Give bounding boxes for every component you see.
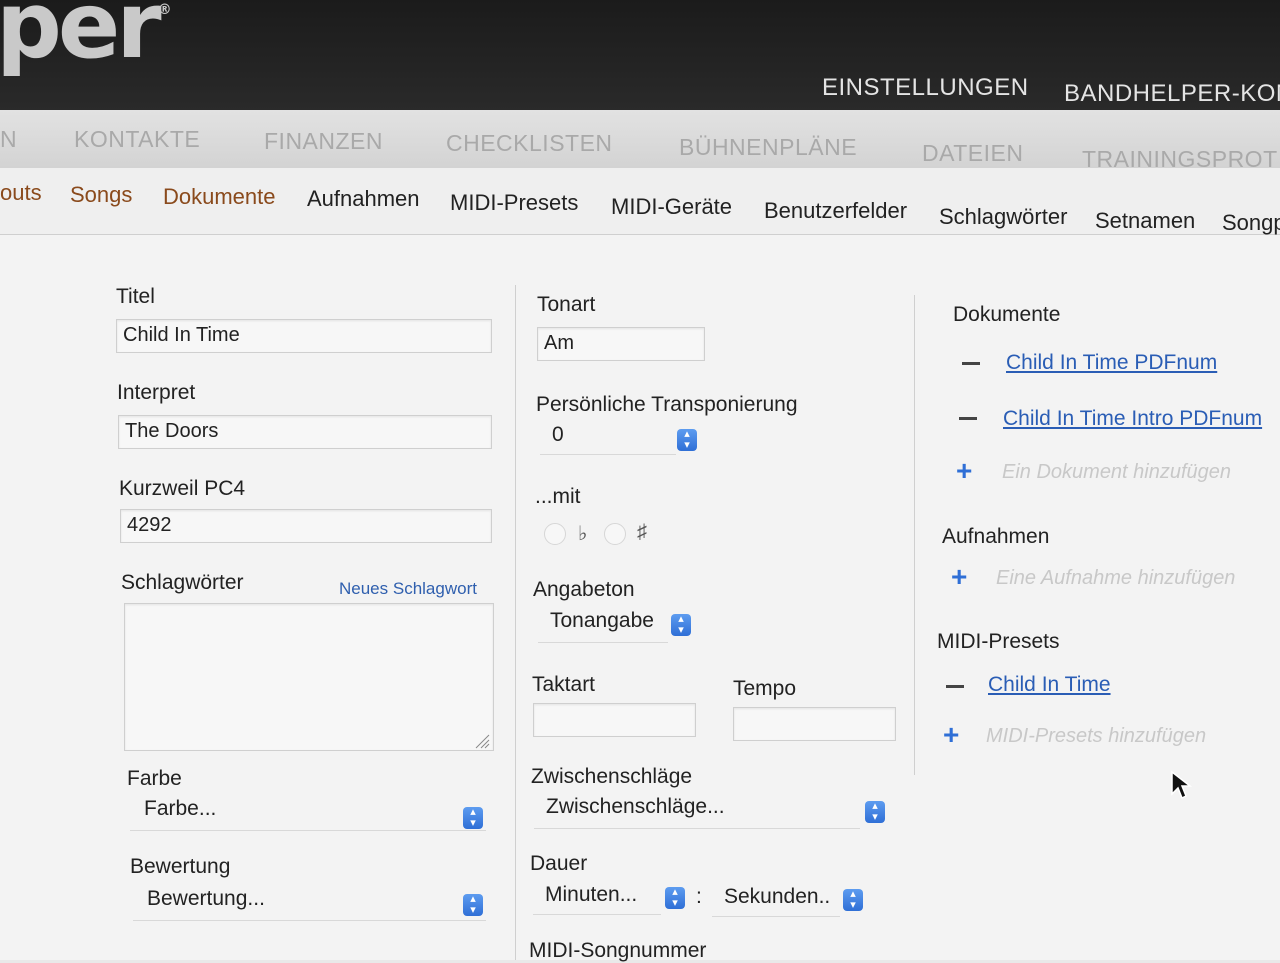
color-select[interactable]: Farbe... xyxy=(130,797,486,831)
time-signature-input[interactable] xyxy=(533,703,696,737)
seconds-stepper-icon[interactable]: ▴ ▾ xyxy=(843,889,863,911)
artist-input[interactable]: The Doors xyxy=(118,415,492,449)
interludes-label: Zwischenschläge xyxy=(531,765,693,788)
interludes-select-value: Zwischenschläge... xyxy=(546,795,725,818)
cat-item-files[interactable]: DATEIEN xyxy=(922,140,1023,167)
cat-item-stage-plans[interactable]: BÜHNENPLÄNE xyxy=(679,134,857,161)
pitch-stepper-icon[interactable]: ▴ ▾ xyxy=(671,614,691,636)
subnav-midi-presets[interactable]: MIDI-Presets xyxy=(450,190,578,216)
color-select-stepper-icon[interactable]: ▴ ▾ xyxy=(463,807,483,829)
add-midi-preset-icon[interactable]: + xyxy=(943,721,959,749)
subnav-custom-fields[interactable]: Benutzerfelder xyxy=(764,198,907,224)
transpose-stepper-icon[interactable]: ▴ ▾ xyxy=(677,429,697,451)
subnav-set-names[interactable]: Setnamen xyxy=(1095,208,1195,234)
nav-account[interactable]: BANDHELPER-KON xyxy=(1064,80,1280,108)
duration-seconds-select[interactable]: Sekunden.. xyxy=(712,885,840,917)
duration-seconds-value: Sekunden.. xyxy=(724,885,831,908)
color-select-value: Farbe... xyxy=(144,797,217,820)
add-midi-preset-placeholder[interactable]: MIDI-Presets hinzufügen xyxy=(986,725,1206,748)
category-nav: N KONTAKTE FINANZEN CHECKLISTEN BÜHNENPL… xyxy=(0,110,1280,172)
recordings-heading: Aufnahmen xyxy=(942,525,1050,548)
key-label: Tonart xyxy=(537,293,596,316)
add-document-placeholder[interactable]: Ein Dokument hinzufügen xyxy=(1002,461,1231,484)
rating-label: Bewertung xyxy=(130,855,231,878)
add-recording-icon[interactable]: + xyxy=(951,563,967,591)
column-divider-left xyxy=(515,285,516,960)
cat-item-contacts[interactable]: KONTAKTE xyxy=(74,126,200,153)
duration-minutes-select[interactable]: Minuten... xyxy=(533,883,661,915)
tempo-input[interactable] xyxy=(733,707,896,741)
registered-mark: ® xyxy=(157,2,172,18)
logo-text: per xyxy=(0,0,162,79)
kurzweil-label: Kurzweil PC4 xyxy=(119,477,246,500)
rating-select-value: Bewertung... xyxy=(147,887,265,910)
flat-radio[interactable] xyxy=(544,523,566,545)
subnav-layouts[interactable]: outs xyxy=(0,180,42,206)
nav-settings[interactable]: EINSTELLUNGEN xyxy=(822,74,1029,102)
app-logo[interactable]: per® xyxy=(0,0,172,79)
time-signature-label: Taktart xyxy=(532,673,596,696)
cat-item-checklists[interactable]: CHECKLISTEN xyxy=(446,130,613,157)
subnav-songs[interactable]: Songs xyxy=(70,182,132,208)
title-input[interactable]: Child In Time xyxy=(116,319,492,353)
sharp-radio[interactable] xyxy=(604,523,626,545)
document-link-1[interactable]: Child In Time PDFnum xyxy=(1006,351,1217,375)
flat-symbol: ♭ xyxy=(578,523,588,545)
sub-nav: outs Songs Dokumente Aufnahmen MIDI-Pres… xyxy=(0,168,1280,235)
song-edit-form: Titel Child In Time Interpret The Doors … xyxy=(0,235,1280,962)
add-document-icon[interactable]: + xyxy=(956,457,972,485)
duration-minutes-value: Minuten... xyxy=(545,883,638,906)
mouse-cursor-icon xyxy=(1171,770,1192,800)
resize-handle-icon[interactable] xyxy=(472,731,490,749)
new-tag-link[interactable]: Neues Schlagwort xyxy=(339,579,477,599)
midi-presets-heading: MIDI-Presets xyxy=(937,630,1060,653)
transpose-select-value: 0 xyxy=(552,423,564,446)
interludes-select[interactable]: Zwischenschläge... xyxy=(534,795,860,829)
color-label: Farbe xyxy=(127,767,182,790)
sharp-symbol: ♯ xyxy=(637,521,647,543)
transpose-label: Persönliche Transponierung xyxy=(536,393,798,416)
interludes-stepper-icon[interactable]: ▴ ▾ xyxy=(865,801,885,823)
subnav-song-more[interactable]: Songp xyxy=(1222,210,1280,236)
subnav-recordings[interactable]: Aufnahmen xyxy=(307,186,420,212)
midi-song-number-label: MIDI-Songnummer xyxy=(529,939,707,962)
midi-preset-link-1[interactable]: Child In Time xyxy=(988,673,1111,697)
pitch-select-value: Tonangabe xyxy=(550,609,654,632)
cat-item-finances[interactable]: FINANZEN xyxy=(264,128,383,155)
documents-heading: Dokumente xyxy=(953,303,1061,326)
subnav-midi-devices[interactable]: MIDI-Geräte xyxy=(611,194,732,220)
remove-document-2-icon[interactable] xyxy=(959,417,977,420)
transpose-select[interactable]: 0 xyxy=(540,423,676,455)
rating-select[interactable]: Bewertung... xyxy=(133,887,486,921)
rating-select-stepper-icon[interactable]: ▴ ▾ xyxy=(463,894,483,916)
key-input[interactable]: Am xyxy=(537,327,705,361)
document-link-2[interactable]: Child In Time Intro PDFnum xyxy=(1003,407,1262,431)
with-label: ...mit xyxy=(535,485,581,508)
subnav-tags[interactable]: Schlagwörter xyxy=(939,204,1067,230)
pitch-label: Angabeton xyxy=(533,578,635,601)
artist-label: Interpret xyxy=(117,381,196,404)
column-divider-right xyxy=(914,295,915,775)
top-bar: per® EINSTELLUNGEN BANDHELPER-KON xyxy=(0,0,1280,120)
minutes-stepper-icon[interactable]: ▴ ▾ xyxy=(665,887,685,909)
tags-textarea[interactable] xyxy=(124,603,494,751)
duration-label: Dauer xyxy=(530,852,588,875)
remove-document-1-icon[interactable] xyxy=(962,362,980,365)
add-recording-placeholder[interactable]: Eine Aufnahme hinzufügen xyxy=(996,567,1235,590)
kurzweil-input[interactable]: 4292 xyxy=(120,509,492,543)
pitch-select[interactable]: Tonangabe xyxy=(538,609,668,643)
subnav-documents[interactable]: Dokumente xyxy=(163,184,276,210)
cat-item-n[interactable]: N xyxy=(0,126,17,153)
tempo-label: Tempo xyxy=(733,677,797,700)
remove-midi-preset-icon[interactable] xyxy=(946,685,964,688)
title-label: Titel xyxy=(116,285,155,308)
tags-label: Schlagwörter xyxy=(121,571,244,594)
duration-separator: : xyxy=(696,885,702,908)
